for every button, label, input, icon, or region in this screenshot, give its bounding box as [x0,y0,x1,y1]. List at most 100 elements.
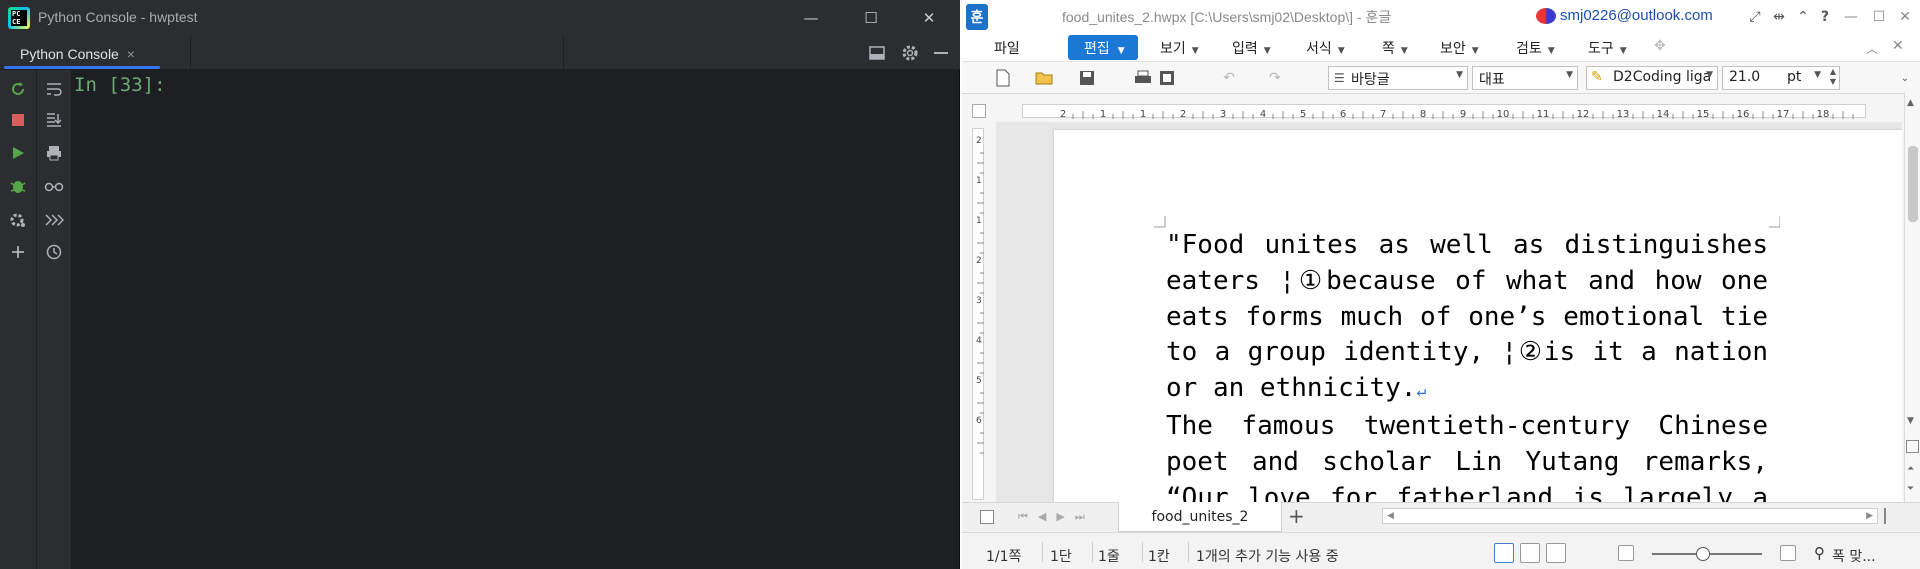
menu-format[interactable]: 서식 ▼ [1306,38,1345,58]
split-view-icon[interactable]: ⇹ [1768,6,1790,28]
close-window-button[interactable]: ✕ [906,0,952,36]
debug-icon[interactable] [6,174,30,198]
layout-icon[interactable] [868,44,886,62]
vertical-scrollbar[interactable]: ▲ ▼ ⏶ ⏷ [1904,92,1920,502]
print-icon[interactable] [1132,67,1154,89]
width-view-button[interactable] [1520,543,1540,563]
add-sheet-icon[interactable]: + [1288,504,1305,528]
status-message[interactable]: 1개의 추가 기능 사용 중 [1196,546,1339,566]
run-icon[interactable] [6,141,30,165]
page-view-icon[interactable] [1906,440,1919,453]
scroll-to-end-icon[interactable] [42,108,66,132]
font-select[interactable]: ✎ D2Coding liga ▼ [1586,66,1718,90]
ruler-number: 2 [1180,109,1186,120]
zoom-fit-label[interactable]: 폭 맞... [1832,546,1876,566]
execute-icon[interactable] [42,208,66,232]
ruler-strip[interactable]: 2 1 1 2 3 4 5 6 7 8 9 10 11 12 13 14 15 16 17 18 [1022,104,1866,120]
close-window-button[interactable]: ✕ [1894,6,1916,28]
font-size-select[interactable]: 21.0 pt ▼ ▲ ▼ [1722,66,1840,90]
tab-label: Python Console [20,46,119,62]
maximize-icon: ☐ [864,9,878,27]
style-select[interactable]: ☰ 바탕글 ▼ [1328,66,1468,90]
new-document-icon[interactable] [992,67,1014,89]
print-icon[interactable] [42,141,66,165]
status-page[interactable]: 1/1쪽 [986,546,1021,566]
menu-page[interactable]: 쪽 ▼ [1382,38,1408,58]
scroll-up-icon[interactable]: ▲ [1907,98,1914,108]
minimize-button[interactable]: — [1840,6,1862,28]
scroll-left-icon[interactable]: ◀ [1387,511,1394,521]
ruler-number: 2 [976,256,982,266]
preview-icon[interactable] [1156,67,1178,89]
settings-icon[interactable] [6,208,30,232]
fullscreen-icon[interactable]: ⤢ [1744,6,1766,28]
ruler-number: 1 [976,176,982,186]
sheet-nav-icons[interactable]: ⏮◀▶⏭ [1018,510,1095,524]
scroll-right-icon[interactable]: ▶ [1866,511,1873,521]
ruler-number: 6 [976,416,982,426]
gear-icon[interactable] [900,43,920,63]
extension-icon[interactable]: ✥ [1654,38,1674,56]
menu-view[interactable]: 보기 ▼ [1160,38,1199,58]
menu-edit[interactable]: 편집 ▼ [1068,35,1138,60]
rerun-icon[interactable] [6,77,30,101]
zoom-out-icon[interactable] [1618,545,1634,561]
search-icon[interactable]: ⚲ [1814,544,1825,562]
prev-page-icon[interactable]: ⏶ [1907,464,1914,474]
zoom-in-icon[interactable] [1780,545,1796,561]
minimize-button[interactable]: — [788,0,834,36]
sheet-list-icon[interactable] [980,510,994,524]
show-variables-icon[interactable] [42,174,66,198]
pycharm-logo-icon: PC CE [8,7,30,29]
ribbon-collapse-icon[interactable]: ︿ [1866,40,1878,57]
scrollbar-thumb[interactable] [1908,146,1918,222]
menu-insert[interactable]: 입력 ▼ [1232,38,1271,58]
menu-label: 쪽 [1382,41,1395,57]
save-icon[interactable] [1076,67,1098,89]
normal-view-button[interactable] [1494,543,1514,563]
history-icon[interactable] [42,240,66,264]
horizontal-scrollbar[interactable]: ◀ ▶ [1382,508,1878,524]
document-body[interactable]: "Food unites as well as distinguishes ea… [1166,228,1768,502]
menu-file[interactable]: 파일 [994,38,1020,58]
ribbon-toggle-icon[interactable]: ⌃ [1792,6,1814,28]
zoom-slider-knob[interactable] [1696,547,1710,561]
console-input-prompt[interactable]: In [33]: [74,74,166,96]
hide-panel-icon[interactable] [934,52,948,54]
size-spinner-icon[interactable]: ▲ ▼ [1830,67,1836,87]
menu-tools[interactable]: 도구 ▼ [1588,38,1627,58]
menu-review[interactable]: 검토 ▼ [1516,38,1555,58]
user-account[interactable]: smj0226@outlook.com [1560,7,1713,24]
vertical-ruler-strip[interactable]: 2 1 1 2 3 4 5 6 [972,128,984,500]
status-line: 1줄 [1098,549,1120,565]
ruler-number: 3 [976,296,982,306]
font-value: D2Coding liga [1613,69,1712,85]
tab-close-icon[interactable]: × [127,46,135,62]
redo-icon[interactable]: ↷ [1264,67,1286,89]
document-page[interactable]: "Food unites as well as distinguishes ea… [1054,130,1902,502]
menu-security[interactable]: 보안 ▼ [1440,38,1479,58]
soft-wrap-icon[interactable] [42,77,66,101]
scroll-down-icon[interactable]: ▼ [1907,416,1914,426]
paragraph-mark-icon: ↵ [1416,381,1427,401]
maximize-button[interactable]: ☐ [1868,6,1890,28]
split-handle[interactable] [1884,508,1900,524]
font-language-select[interactable]: 대표 ▼ [1472,66,1578,90]
tab-python-console[interactable]: Python Console × [4,36,160,70]
help-icon[interactable]: ? [1814,6,1836,28]
next-page-icon[interactable]: ⏷ [1907,484,1914,494]
undo-icon[interactable]: ↶ [1218,67,1240,89]
add-icon[interactable] [6,240,30,264]
close-doc-icon[interactable]: ✕ [1892,38,1904,54]
sheet-tab[interactable]: food_unites_2 [1118,502,1282,532]
toolbar-more-icon[interactable]: ⌄ [1894,67,1916,89]
pycharm-window: PC CE Python Console - hwptest — ☐ ✕ Pyth… [0,0,960,569]
open-folder-icon[interactable] [1034,67,1056,89]
user-avatar-icon[interactable] [1536,8,1556,24]
text-line: to a group identity, ¦②is it a nation [1166,337,1768,368]
document-canvas[interactable]: "Food unites as well as distinguishes ea… [996,122,1902,502]
ruler-corner[interactable] [972,104,986,118]
stop-icon[interactable] [6,108,30,132]
maximize-button[interactable]: ☐ [848,0,894,36]
page-view-button[interactable] [1546,543,1566,563]
